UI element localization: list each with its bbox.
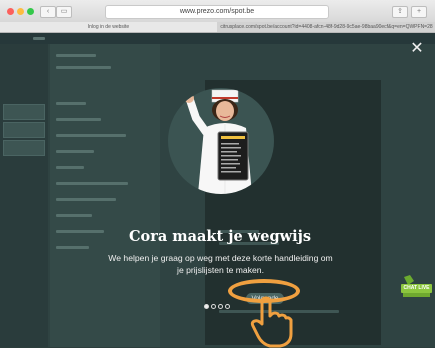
browser-tabbar: Inlog in de website citrusplace.com/spot… [0,22,435,33]
chat-badge-label: CHAT LIVE [403,285,430,291]
panel-line [56,118,101,121]
step-dot[interactable] [218,304,223,309]
share-button[interactable]: ⇪ [392,6,408,18]
maximize-window-button[interactable] [27,8,34,15]
panel-line [56,214,92,217]
app-logo [33,37,45,40]
panel-line [56,230,104,233]
sidebar-item [3,122,45,138]
back-button[interactable]: ‹ [40,6,56,18]
sidebar-item [3,140,45,156]
chef-icon [184,89,252,194]
browser-titlebar: ‹ ▭ www.prezo.com/spot.be ⇪ + [0,0,435,23]
panel-line [56,166,84,169]
pointer-hand-icon [250,296,293,348]
chat-live-badge[interactable]: CHAT LIVE [400,275,433,299]
chef-illustration [168,88,274,194]
browser-tab[interactable]: Inlog in de website [0,22,217,32]
panel-line [56,246,89,249]
minimize-window-button[interactable] [17,8,24,15]
browser-tab-label: Inlog in de website [87,24,130,30]
browser-chrome: ‹ ▭ www.prezo.com/spot.be ⇪ + Inlog in d… [0,0,435,33]
browser-tab[interactable]: citrusplace.com/spot.be/account?id=4408-… [218,22,435,32]
step-dot[interactable] [225,304,230,309]
panel-line [56,198,116,201]
onboarding-description: We helpen je graag op weg met deze korte… [108,253,333,275]
step-dot[interactable] [211,304,216,309]
panel-line [56,182,128,185]
sidebar-toggle-button[interactable]: ▭ [56,6,72,18]
panel-line [56,102,86,105]
url-bar[interactable]: www.prezo.com/spot.be [105,5,329,19]
app-sidebar [0,44,48,347]
new-tab-button[interactable]: + [411,6,427,18]
panel-line [56,54,96,57]
panel-line [56,66,111,69]
step-dot-active[interactable] [204,304,209,309]
close-icon[interactable]: ✕ [409,41,425,57]
panel-line [56,134,126,137]
url-text: www.prezo.com/spot.be [179,8,255,15]
step-indicator [204,296,232,309]
panel-line [56,150,94,153]
app-topbar [0,33,435,44]
browser-tab-label: citrusplace.com/spot.be/account?id=4408-… [220,24,433,30]
sidebar-item [3,104,45,120]
close-window-button[interactable] [7,8,14,15]
onboarding-title: Cora maakt je wegwijs [129,228,311,245]
app-settings-panel [50,44,160,347]
